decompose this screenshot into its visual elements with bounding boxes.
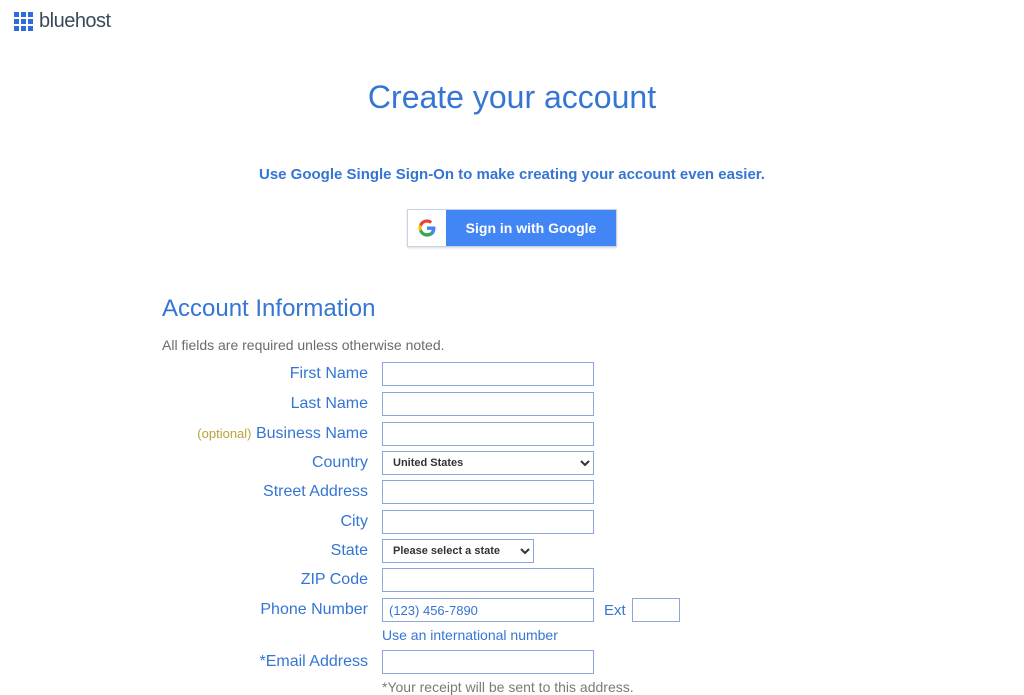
google-signin-button[interactable]: Sign in with Google [407, 209, 618, 247]
city-input[interactable] [382, 510, 594, 534]
sso-instruction: Use Google Single Sign-On to make creati… [162, 166, 862, 183]
receipt-note: *Your receipt will be sent to this addre… [382, 679, 862, 695]
city-label: City [162, 513, 382, 531]
brand-name: bluehost [39, 10, 111, 33]
page-title: Create your account [162, 79, 862, 116]
business-name-text: Business Name [256, 425, 368, 442]
section-subtitle: All fields are required unless otherwise… [162, 337, 862, 353]
street-input[interactable] [382, 480, 594, 504]
optional-tag: (optional) [197, 426, 251, 441]
country-label: Country [162, 454, 382, 472]
logo-bar: bluehost [0, 0, 1024, 43]
first-name-input[interactable] [382, 362, 594, 386]
google-icon [408, 210, 446, 246]
last-name-label: Last Name [162, 395, 382, 413]
country-select[interactable]: United States [382, 451, 594, 475]
state-select[interactable]: Please select a state [382, 539, 534, 563]
intl-number-link[interactable]: Use an international number [382, 627, 862, 643]
google-signin-label: Sign in with Google [446, 210, 617, 246]
email-label: *Email Address [162, 653, 382, 671]
zip-label: ZIP Code [162, 571, 382, 589]
business-name-input[interactable] [382, 422, 594, 446]
logo-icon [14, 12, 33, 31]
last-name-input[interactable] [382, 392, 594, 416]
street-label: Street Address [162, 483, 382, 501]
state-label: State [162, 542, 382, 560]
section-title: Account Information [162, 295, 862, 323]
zip-input[interactable] [382, 568, 594, 592]
account-form: First Name Last Name (optional) Business… [162, 361, 862, 695]
phone-input[interactable] [382, 598, 594, 622]
first-name-label: First Name [162, 365, 382, 383]
ext-label: Ext [604, 602, 626, 619]
business-name-label: (optional) Business Name [162, 425, 382, 443]
email-input[interactable] [382, 650, 594, 674]
ext-input[interactable] [632, 598, 680, 622]
phone-label: Phone Number [162, 601, 382, 619]
